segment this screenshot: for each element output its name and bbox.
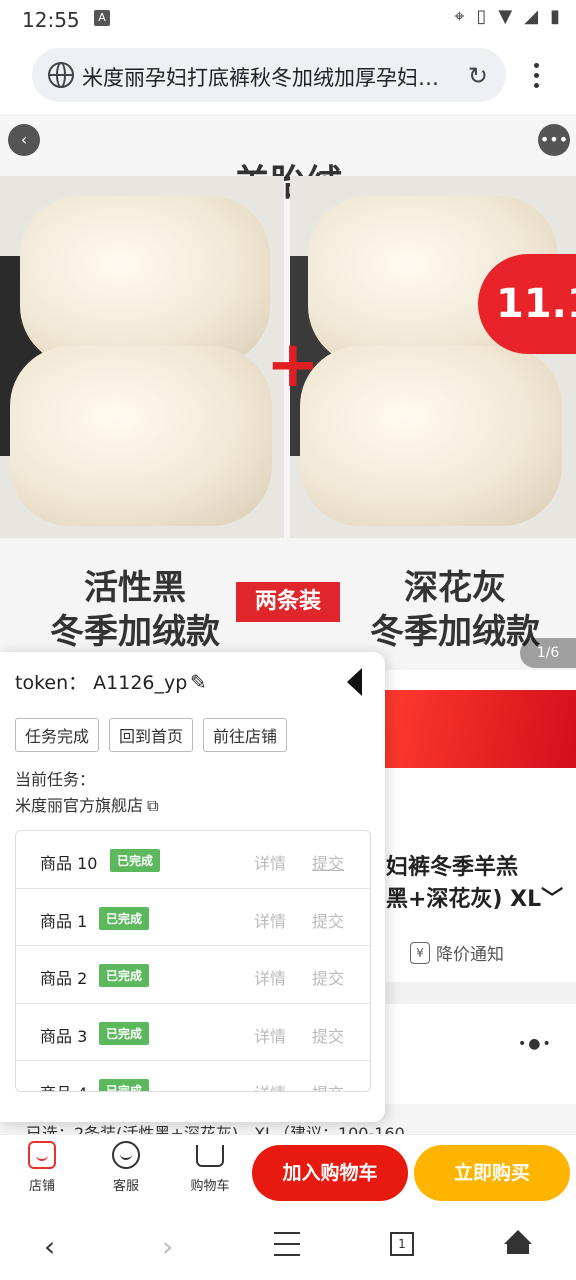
- forward-icon[interactable]: ›: [162, 1230, 173, 1263]
- bottom-action-bar: 店铺 客服 购物车 加入购物车 立即购买: [0, 1134, 576, 1210]
- chat-icon: [112, 1141, 140, 1169]
- status-badge: 已完成: [110, 849, 161, 872]
- product-name: 商品 2: [40, 969, 88, 988]
- detail-link[interactable]: 详情: [254, 965, 286, 989]
- add-to-cart-button[interactable]: 加入购物车: [252, 1145, 408, 1201]
- more-menu-icon[interactable]: [526, 60, 546, 92]
- more-circle-icon[interactable]: •••: [538, 124, 570, 156]
- globe-icon: [48, 62, 74, 88]
- shop-tab[interactable]: 店铺: [12, 1141, 72, 1194]
- detail-link[interactable]: 详情: [254, 850, 286, 874]
- list-item: 商品 1 已完成 详情 提交: [16, 889, 370, 946]
- address-bar[interactable]: 米度丽孕妇打底裤秋冬加绒加厚孕妇裤冬季羊羔绒 ↻: [32, 48, 506, 102]
- carousel-dots: •●•: [518, 1036, 553, 1052]
- list-item: 商品 3 已完成 详情 提交: [16, 1004, 370, 1061]
- go-to-shop-button[interactable]: 前往店铺: [203, 718, 288, 752]
- shop-icon: [28, 1141, 56, 1169]
- submit-link[interactable]: 提交: [312, 908, 344, 932]
- cart-icon: [196, 1145, 224, 1167]
- promo-banner: [380, 690, 576, 768]
- product-title: 妇裤冬季羊羔 黑+深花灰) XL﹀: [386, 855, 564, 912]
- edit-pencil-icon[interactable]: ✎: [190, 670, 207, 694]
- buy-now-button[interactable]: 立即购买: [414, 1145, 570, 1201]
- system-nav-bar: ‹ › 1: [0, 1210, 576, 1280]
- tabs-icon[interactable]: 1: [390, 1232, 414, 1256]
- product-image[interactable]: 羊胎绒 + 11.11 活性黑 冬季加绒款 两条装 深花灰 冬季加绒款 1/6: [0, 114, 576, 670]
- service-tab[interactable]: 客服: [96, 1141, 156, 1194]
- back-circle-icon[interactable]: ‹: [8, 124, 40, 156]
- battery-icon: ▮: [550, 6, 560, 27]
- menu-icon[interactable]: [274, 1232, 300, 1265]
- left-variant-label: 活性黑 冬季加绒款: [50, 568, 220, 652]
- plus-sign: +: [266, 328, 320, 402]
- status-badge: 已完成: [99, 906, 150, 930]
- status-icons: ⌖ ▯ ▼ ◢ ▮: [454, 6, 560, 27]
- wifi-icon: ▼: [498, 6, 513, 27]
- task-panel: token： A1126_yp ✎ 任务完成 回到首页 前往店铺 当前任务： 米度…: [0, 652, 385, 1122]
- right-variant-label: 深花灰 冬季加绒款: [370, 568, 540, 652]
- product-name: 商品 1: [40, 911, 88, 931]
- back-icon[interactable]: ‹: [44, 1230, 55, 1263]
- yen-icon: ¥: [410, 941, 430, 964]
- status-badge: 已完成: [99, 964, 150, 987]
- vibrate-icon: ▯: [476, 6, 487, 27]
- detail-link[interactable]: 详情: [254, 1080, 286, 1091]
- home-icon[interactable]: [504, 1230, 532, 1254]
- price-notify-button[interactable]: ¥ 降价通知: [410, 940, 504, 965]
- task-action-buttons: 任务完成 回到首页 前往店铺: [15, 718, 288, 752]
- product-name: 商品 4: [40, 1080, 87, 1091]
- list-item: 商品 4 已完成 详情 提交: [16, 1061, 370, 1091]
- section-divider: [386, 982, 576, 1004]
- current-task-label: 当前任务：: [15, 770, 96, 789]
- list-item: 商品 2 已完成 详情 提交: [16, 946, 370, 1004]
- detail-link[interactable]: 详情: [254, 908, 286, 932]
- submit-link[interactable]: 提交: [312, 965, 344, 989]
- right-panel: [290, 176, 576, 538]
- status-badge: 已完成: [99, 1079, 150, 1091]
- current-shop: 米度丽官方旗舰店 ⧉: [15, 796, 159, 815]
- submit-link[interactable]: 提交: [312, 1080, 344, 1091]
- product-task-list: 商品 10 已完成 详情 提交 商品 1 已完成 详情 提交 商品 2 已完成 …: [15, 830, 371, 1092]
- status-bar: 12:55 A ⌖ ▯ ▼ ◢ ▮: [0, 0, 576, 36]
- copy-icon[interactable]: ⧉: [147, 796, 158, 815]
- list-item: 商品 10 已完成 详情 提交: [16, 831, 370, 889]
- cart-tab[interactable]: 购物车: [180, 1141, 240, 1194]
- token-display: token： A1126_yp: [15, 672, 188, 694]
- reload-icon[interactable]: ↻: [468, 62, 488, 90]
- back-home-button[interactable]: 回到首页: [109, 718, 194, 752]
- token-value: A1126_yp: [93, 672, 188, 694]
- signal-icon: ◢: [524, 6, 539, 27]
- url-text[interactable]: 米度丽孕妇打底裤秋冬加绒加厚孕妇裤冬季羊羔绒: [82, 62, 454, 92]
- product-name: 商品 3: [40, 1026, 88, 1046]
- location-icon: ⌖: [454, 6, 465, 27]
- two-pack-tag: 两条装: [236, 582, 340, 622]
- double-eleven-badge: 11.11: [478, 254, 576, 354]
- status-time: 12:55: [22, 8, 80, 32]
- product-name: 商品 10: [40, 854, 98, 873]
- detail-link[interactable]: 详情: [254, 1023, 286, 1047]
- image-pager: 1/6: [520, 638, 576, 668]
- submit-link[interactable]: 提交: [312, 850, 344, 874]
- left-panel: [0, 176, 284, 538]
- submit-link[interactable]: 提交: [312, 1023, 344, 1047]
- task-complete-button[interactable]: 任务完成: [15, 718, 100, 752]
- a-box-icon: A: [94, 10, 110, 26]
- status-badge: 已完成: [99, 1021, 150, 1045]
- collapse-arrow-icon[interactable]: [347, 668, 362, 696]
